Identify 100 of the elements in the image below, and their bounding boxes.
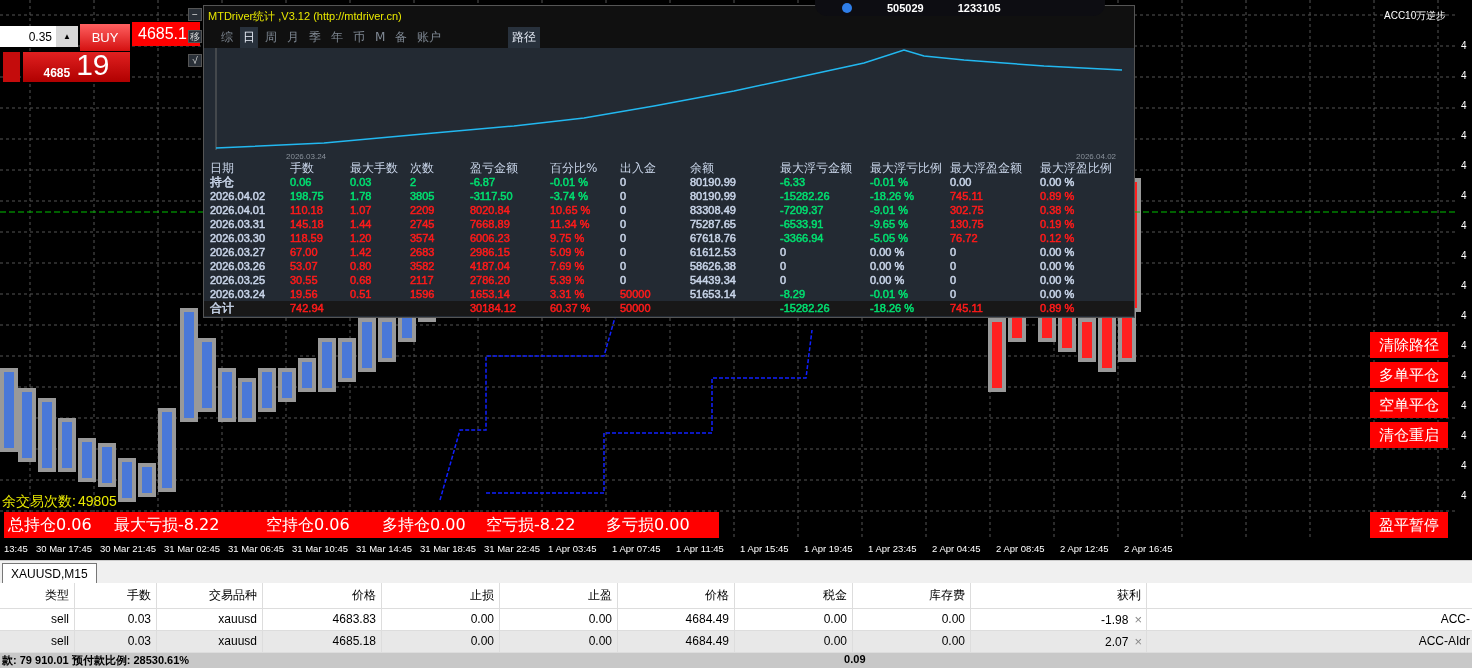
table-cell: 2117 [410,273,434,287]
candle [218,368,236,422]
indicator-label: ACC10万逆步 [1384,9,1447,23]
table-cell: -8.29 [780,287,806,301]
table-cell: -5.05 % [870,231,908,245]
price-label: 4 [1461,130,1467,141]
table-cell: 3582 [410,259,435,273]
table-cell: 2026.04.02 [210,189,266,203]
price-label: 4 [1461,250,1467,261]
table-cell: 30184.12 [470,302,516,315]
time-label: 31 Mar 22:45 [483,543,541,554]
profit-cell: -1.98 [1101,612,1129,627]
table-cell: 2986.15 [470,245,510,259]
spin-button[interactable]: ▲ [56,26,78,47]
column-header: 最大浮亏比例 [870,160,942,177]
remaining-value: 49805 [77,493,117,511]
period-tab[interactable]: 月 [284,26,302,48]
period-tab[interactable]: 备 [392,26,411,48]
table-cell: -6533.91 [780,217,824,231]
action-button[interactable]: 清除路径 [1370,332,1448,358]
table-cell: 0.06 [290,175,312,189]
pause-button[interactable]: 盈平暂停 [1370,512,1448,538]
price-label: 4 [1461,100,1467,111]
column-header: 次数 [410,160,434,177]
summary-item: 总持仓0.06 [7,514,93,536]
period-tab[interactable]: 周 [262,26,280,48]
table-cell: 2026.03.30 [210,231,266,245]
table-cell: 0 [620,231,627,245]
table-cell: sell [0,631,75,652]
table-cell: 0.03 [350,175,372,189]
profit-cell: 2.07 [1105,634,1129,649]
summary-item: 多亏损0.00 [605,514,691,536]
table-cell: 0.00 % [870,245,905,259]
table-cell: 0.00 % [1040,259,1075,273]
table-cell: 2026.03.27 [210,245,266,259]
column-header: 盈亏金额 [470,160,518,177]
table-cell: 0 [620,217,627,231]
table-cell: 9.75 % [550,231,585,245]
table-cell: xauusd [157,609,263,630]
price-label: 4 [1461,370,1467,381]
tool-button[interactable]: − [188,8,202,21]
table-cell: 61612.53 [690,245,736,259]
column-header: 百分比% [550,160,598,177]
period-tab[interactable]: 币 [350,26,368,48]
column-header: 最大浮盈比例 [1040,160,1112,177]
period-tab[interactable]: 季 [306,26,324,48]
date-label: 2026.04.02 [1076,152,1117,161]
tool-button[interactable]: √ [188,54,202,67]
table-cell: 145.18 [290,217,324,231]
summary-item: 多持仓0.00 [381,514,467,536]
period-tab[interactable]: M [372,28,389,46]
action-button[interactable]: 空单平仓 [1370,392,1448,418]
total-profit: 0.09 [844,653,866,665]
table-cell: 745.11 [950,302,983,315]
action-button[interactable]: 多单平仓 [1370,362,1448,388]
table-cell: 50000 [620,287,651,301]
price-label: 4 [1461,160,1467,171]
circle-icon [841,2,853,14]
price-label: 4 [1461,490,1467,501]
sell-button[interactable] [3,52,20,82]
table-cell: 0 [950,259,957,273]
price-label: 4 [1461,40,1467,51]
table-cell: -3.74 % [550,189,588,203]
table-cell: 8020.84 [470,203,510,217]
chart-tab[interactable]: XAUUSD,M15 [2,563,97,583]
table-cell: 11.34 % [550,217,590,231]
table-cell: -15282.26 [780,189,830,203]
time-label: 31 Mar 10:45 [291,543,349,554]
table-cell: 0 [620,273,627,287]
time-label: 31 Mar 14:45 [355,543,413,554]
summary-item: 空亏损-8.22 [485,514,577,536]
table-cell: 0.00 % [870,259,905,273]
lot-field[interactable]: 0.35 [0,26,56,47]
table-cell: 2026.03.25 [210,273,266,287]
action-button[interactable]: 清仓重启 [1370,422,1448,448]
table-cell: 0.00 % [870,273,905,287]
time-label: 1 Apr 07:45 [611,543,662,554]
time-label: 13:45 [3,543,29,554]
path-button[interactable]: 路径 [508,26,541,48]
table-cell: -18.26 % [870,302,915,315]
table-cell: 1.44 [350,217,372,231]
period-tab[interactable]: 年 [328,26,346,48]
table-cell: 30.55 [290,273,318,287]
period-tab[interactable]: 账户 [414,26,445,48]
candle [1078,318,1096,362]
period-tab[interactable]: 日 [240,26,258,48]
table-cell: 118.59 [290,231,323,245]
period-tab[interactable]: 综 [218,26,236,48]
tool-button[interactable]: 移 [188,30,202,43]
time-label: 1 Apr 15:45 [739,543,790,554]
comment-cell-text: ACC-AIdr [1417,633,1471,650]
buy-price-button[interactable]: 4685 19 [23,52,130,82]
time-label: 31 Mar 06:45 [227,543,285,554]
table-cell: 0.80 [350,259,372,273]
buy-button[interactable]: BUY [80,24,130,51]
column-header: 手数 [290,160,314,177]
table-cell: 50000 [620,302,651,315]
table-cell: 持仓 [210,175,234,189]
column-header: 税金 [735,583,853,608]
table-cell: 0.00 [735,609,853,630]
